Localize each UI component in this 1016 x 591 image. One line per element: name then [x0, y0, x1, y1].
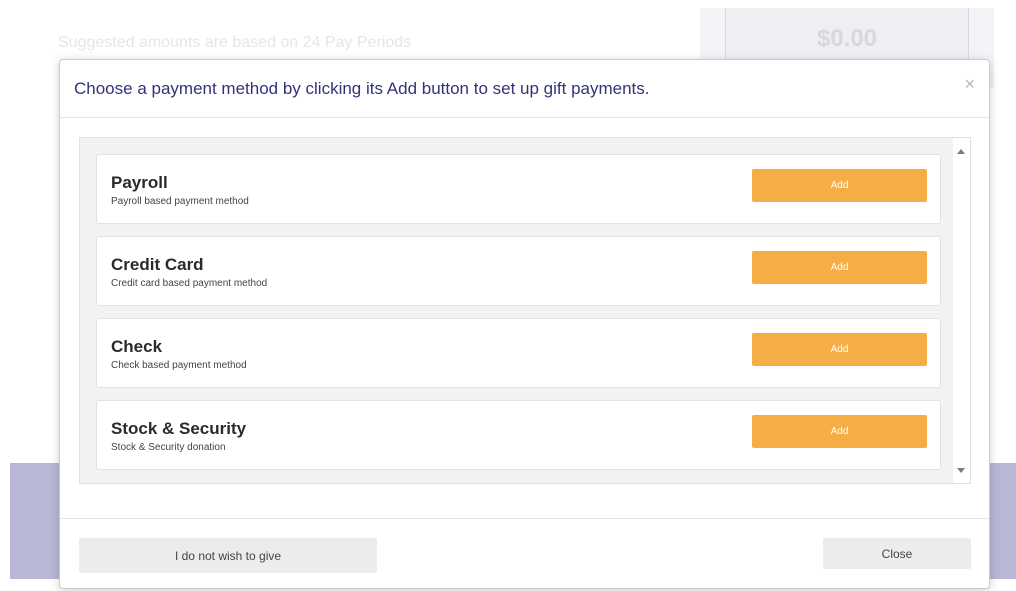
payment-method-check: Check Check based payment method Add: [96, 318, 941, 388]
method-name: Payroll: [111, 173, 168, 192]
payment-method-stock-security: Stock & Security Stock & Security donati…: [96, 400, 941, 470]
add-payroll-button[interactable]: Add: [752, 169, 927, 202]
modal-footer: I do not wish to give Close: [60, 518, 989, 590]
scroll-up-arrow-icon[interactable]: [957, 149, 965, 154]
scroll-down-arrow-icon[interactable]: [957, 468, 965, 473]
payment-method-payroll: Payroll Payroll based payment method Add: [96, 154, 941, 224]
close-icon[interactable]: ×: [964, 74, 975, 95]
method-description: Check based payment method: [111, 360, 247, 371]
add-check-button[interactable]: Add: [752, 333, 927, 366]
method-name: Stock & Security: [111, 419, 247, 438]
method-name: Credit Card: [111, 255, 204, 274]
modal-title: Choose a payment method by clicking its …: [74, 79, 650, 98]
method-description: Credit card based payment method: [111, 278, 268, 289]
add-stock-security-button[interactable]: Add: [752, 415, 927, 448]
add-credit-card-button[interactable]: Add: [752, 251, 927, 284]
payment-method-list: Payroll Payroll based payment method Add…: [96, 154, 941, 482]
method-description: Payroll based payment method: [111, 196, 249, 207]
payment-method-credit-card: Credit Card Credit card based payment me…: [96, 236, 941, 306]
close-button[interactable]: Close: [823, 538, 971, 569]
decline-to-give-button[interactable]: I do not wish to give: [79, 538, 377, 573]
payment-methods-scroll-area[interactable]: Payroll Payroll based payment method Add…: [79, 137, 971, 484]
payment-method-modal: Choose a payment method by clicking its …: [59, 59, 990, 589]
method-name: Check: [111, 337, 163, 356]
method-description: Stock & Security donation: [111, 442, 226, 453]
vertical-scrollbar[interactable]: [953, 138, 970, 483]
modal-header: Choose a payment method by clicking its …: [60, 60, 989, 118]
suggested-amounts-note: Suggested amounts are based on 24 Pay Pe…: [58, 34, 412, 51]
